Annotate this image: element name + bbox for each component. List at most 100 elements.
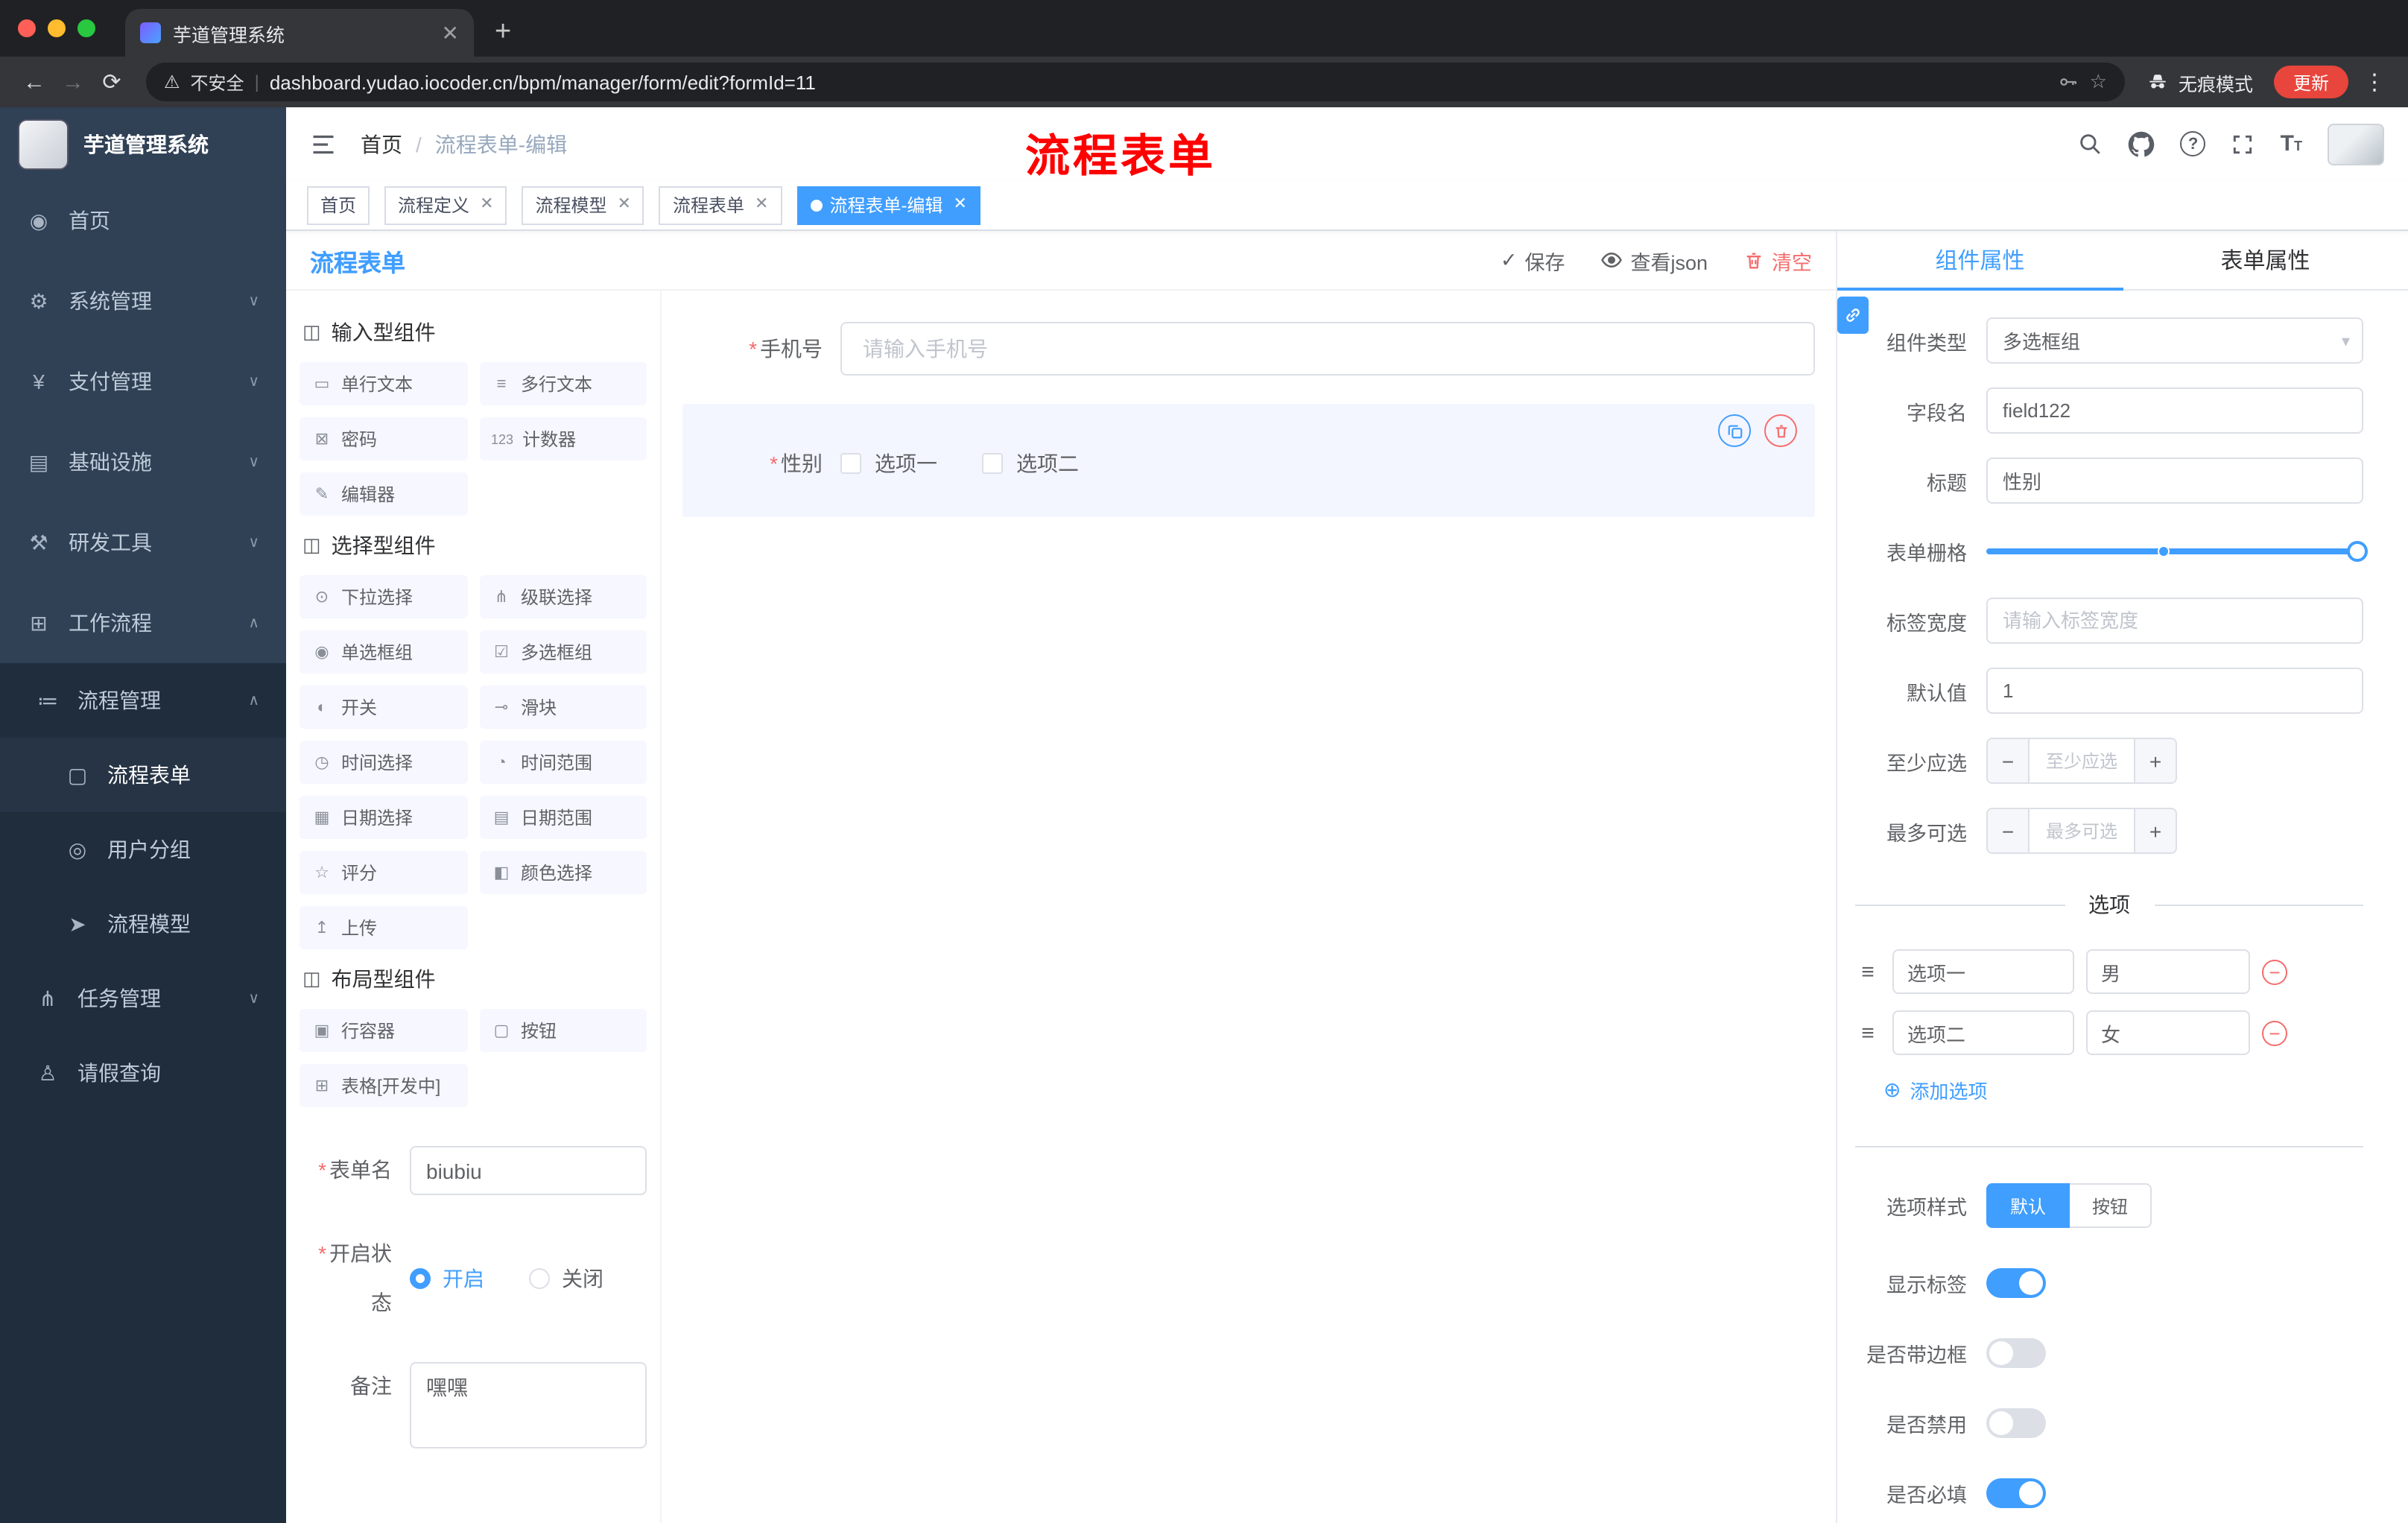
style-default-button[interactable]: 默认 <box>1986 1183 2070 1228</box>
option-label-input[interactable] <box>1892 1010 2074 1055</box>
tag-process-model[interactable]: 流程模型 ✕ <box>522 186 644 224</box>
sidebar-item-home[interactable]: ◉ 首页 <box>0 180 286 261</box>
maximize-window-button[interactable] <box>77 19 95 37</box>
tab-close-icon[interactable]: ✕ <box>442 22 459 43</box>
save-button[interactable]: ✓ 保存 <box>1501 245 1565 275</box>
option-value-input[interactable] <box>2086 1010 2250 1055</box>
component-textarea[interactable]: ≡ 多行文本 <box>479 362 647 405</box>
increase-button[interactable]: + <box>2134 739 2176 782</box>
component-radio-group[interactable]: ◉ 单选框组 <box>300 630 467 674</box>
component-type-select[interactable]: ▾ <box>1986 317 2363 364</box>
component-color-picker[interactable]: ◧ 颜色选择 <box>479 851 647 894</box>
remove-option-button[interactable]: − <box>2262 1020 2287 1045</box>
close-icon[interactable]: ✕ <box>618 196 631 213</box>
sidebar-item-process-model[interactable]: ➤ 流程模型 <box>0 887 286 961</box>
reload-icon[interactable]: ⟳ <box>92 71 131 93</box>
component-date-picker[interactable]: ▦ 日期选择 <box>300 796 467 839</box>
sidebar-collapse-icon[interactable] <box>310 130 337 157</box>
grid-slider[interactable] <box>1986 528 2368 574</box>
increase-button[interactable]: + <box>2134 809 2176 852</box>
sidebar-item-system[interactable]: ⚙ 系统管理 ∨ <box>0 261 286 341</box>
sidebar-item-process-form[interactable]: ▢ 流程表单 <box>0 738 286 812</box>
drag-handle-icon[interactable]: ≡ <box>1855 959 1881 984</box>
component-single-text[interactable]: ▭ 单行文本 <box>300 362 467 405</box>
component-row-container[interactable]: ▣ 行容器 <box>300 1009 467 1052</box>
close-window-button[interactable] <box>18 19 36 37</box>
sidebar-item-payment[interactable]: ¥ 支付管理 ∨ <box>0 341 286 422</box>
required-switch[interactable] <box>1986 1478 2046 1508</box>
form-remark-input[interactable]: 嘿嘿 <box>410 1362 647 1448</box>
component-editor[interactable]: ✎ 编辑器 <box>300 472 467 516</box>
style-button-button[interactable]: 按钮 <box>2070 1183 2152 1228</box>
minimize-window-button[interactable] <box>48 19 66 37</box>
component-time-range[interactable]: ◔ 时间范围 <box>479 741 647 784</box>
widget-phone[interactable]: * 手机号 <box>682 308 1815 389</box>
search-icon[interactable] <box>2078 131 2103 156</box>
font-size-icon[interactable]: TT <box>2281 131 2302 156</box>
radio-closed[interactable]: 关闭 <box>529 1264 603 1294</box>
component-rate[interactable]: ☆ 评分 <box>300 851 467 894</box>
clear-button[interactable]: 清空 <box>1743 245 1812 275</box>
component-time-picker[interactable]: ◷ 时间选择 <box>300 741 467 784</box>
title-input[interactable] <box>1986 457 2363 504</box>
slider-handle[interactable] <box>2347 540 2368 561</box>
component-table[interactable]: ⊞ 表格[开发中] <box>300 1064 467 1107</box>
component-counter[interactable]: 123 计数器 <box>479 417 647 460</box>
password-key-icon[interactable] <box>2059 72 2079 92</box>
sidebar-item-task-mgmt[interactable]: ⋔ 任务管理 ∨ <box>0 961 286 1036</box>
sidebar-item-user-group[interactable]: ◎ 用户分组 <box>0 812 286 887</box>
update-button[interactable]: 更新 <box>2273 66 2348 98</box>
component-checkbox-group[interactable]: ☑ 多选框组 <box>479 630 647 674</box>
form-name-input[interactable] <box>410 1146 647 1195</box>
component-password[interactable]: ⊠ 密码 <box>300 417 467 460</box>
address-bar[interactable]: ⚠ 不安全 | dashboard.yudao.iocoder.cn/bpm/m… <box>146 63 2125 101</box>
checkbox-option-2[interactable]: 选项二 <box>982 449 1079 478</box>
back-icon[interactable]: ← <box>15 71 54 93</box>
label-width-input[interactable] <box>1986 598 2363 644</box>
fullscreen-icon[interactable] <box>2231 132 2255 156</box>
form-canvas[interactable]: * 手机号 请输入手机号 * 性别 选项一 选项二 <box>662 291 1836 1523</box>
forward-icon[interactable]: → <box>54 71 92 93</box>
option-label-input[interactable] <box>1892 949 2074 994</box>
view-json-button[interactable]: 查看json <box>1600 245 1708 275</box>
option-value-input[interactable] <box>2086 949 2250 994</box>
component-button[interactable]: ▢ 按钮 <box>479 1009 647 1052</box>
browser-tab[interactable]: 芋道管理系统 ✕ <box>125 9 474 57</box>
decrease-button[interactable]: − <box>1988 739 2030 782</box>
tag-process-form-edit[interactable]: 流程表单-编辑 ✕ <box>796 186 980 224</box>
close-icon[interactable]: ✕ <box>953 196 966 213</box>
phone-input[interactable] <box>840 322 1815 376</box>
widget-gender-selected[interactable]: * 性别 选项一 选项二 <box>682 404 1815 517</box>
checkbox-option-1[interactable]: 选项一 <box>840 449 937 478</box>
delete-widget-button[interactable] <box>1764 414 1797 447</box>
min-select-placeholder[interactable]: 至少应选 <box>2030 739 2134 782</box>
close-icon[interactable]: ✕ <box>755 196 768 213</box>
copy-widget-button[interactable] <box>1718 414 1751 447</box>
show-label-switch[interactable] <box>1986 1268 2046 1298</box>
new-tab-button[interactable]: + <box>495 18 511 46</box>
tab-component-props[interactable]: 组件属性 <box>1837 231 2123 291</box>
sidebar-item-devtools[interactable]: ⚒ 研发工具 ∨ <box>0 502 286 583</box>
github-icon[interactable] <box>2129 130 2155 157</box>
decrease-button[interactable]: − <box>1988 809 2030 852</box>
component-date-range[interactable]: ▤ 日期范围 <box>479 796 647 839</box>
border-switch[interactable] <box>1986 1338 2046 1368</box>
component-select[interactable]: ⊙ 下拉选择 <box>300 575 467 618</box>
add-option-button[interactable]: ⊕ 添加选项 <box>1883 1076 2363 1104</box>
sidebar-item-infra[interactable]: ▤ 基础设施 ∨ <box>0 422 286 502</box>
radio-open[interactable]: 开启 <box>410 1264 484 1294</box>
sidebar-item-process-mgmt[interactable]: ≔ 流程管理 ∧ <box>0 663 286 738</box>
component-slider[interactable]: ⊸ 滑块 <box>479 685 647 729</box>
avatar[interactable] <box>2328 123 2384 165</box>
browser-menu-icon[interactable]: ⋮ <box>2363 69 2387 95</box>
breadcrumb-home[interactable]: 首页 <box>361 129 402 159</box>
close-icon[interactable]: ✕ <box>480 196 493 213</box>
component-type-value[interactable] <box>1986 317 2363 364</box>
bookmark-star-icon[interactable]: ☆ <box>2090 70 2107 94</box>
sidebar-item-leave-query[interactable]: ♙ 请假查询 <box>0 1036 286 1110</box>
disabled-switch[interactable] <box>1986 1408 2046 1438</box>
tab-form-props[interactable]: 表单属性 <box>2123 231 2408 289</box>
component-switch[interactable]: ◐ 开关 <box>300 685 467 729</box>
remove-option-button[interactable]: − <box>2262 959 2287 984</box>
tag-process-definition[interactable]: 流程定义 ✕ <box>384 186 507 224</box>
